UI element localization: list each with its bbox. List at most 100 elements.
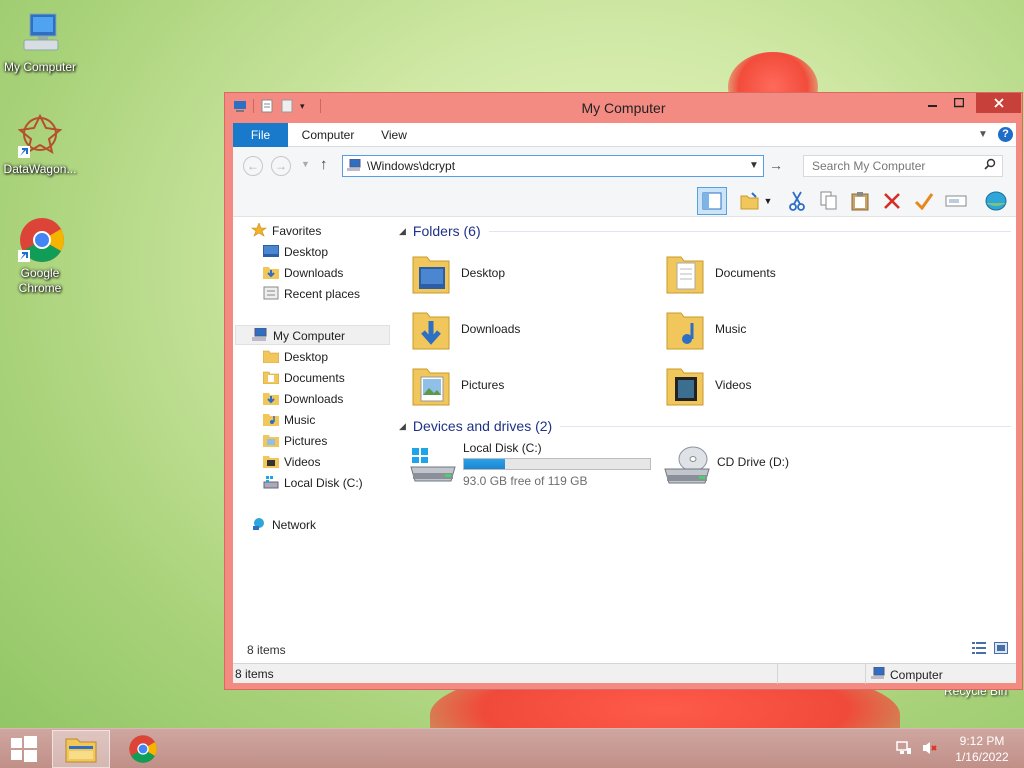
nav-computer-local-disk[interactable]: Local Disk (C:) — [263, 473, 363, 493]
nav-computer-downloads[interactable]: Downloads — [263, 389, 343, 409]
ribbon-tabs: File Computer View ▼ ? — [233, 123, 1016, 147]
drive-free-space: 93.0 GB free of 119 GB — [463, 474, 588, 488]
folders-group-header[interactable]: ◢ Folders (6) — [399, 221, 1011, 241]
tab-file[interactable]: File — [233, 123, 288, 147]
folder-name: Downloads — [461, 322, 521, 336]
cd-drive-icon — [663, 443, 711, 490]
cut-icon[interactable] — [784, 189, 810, 213]
videos-folder-icon — [665, 361, 705, 409]
downloads-folder-icon — [263, 265, 279, 279]
videos-folder-icon — [263, 454, 279, 468]
search-input[interactable]: Search My Computer — [803, 155, 1003, 177]
system-tray — [896, 740, 938, 759]
explorer-client-area: File Computer View ▼ ? ← → ▼ ↑ \Windows\… — [233, 123, 1016, 684]
up-arrow-icon[interactable]: ↑ — [320, 156, 328, 173]
taskbar-clock[interactable]: 9:12 PM 1/16/2022 — [944, 733, 1020, 765]
computer-small-icon — [347, 158, 362, 172]
nav-item-label: Desktop — [284, 350, 329, 364]
checkmark-icon[interactable] — [911, 189, 937, 213]
status-location: Computer — [871, 666, 943, 683]
navigation-bar: ← → ▼ ↑ \Windows\dcrypt ▼ → Search My Co… — [233, 147, 1016, 185]
drive-tile-local-disk[interactable]: Local Disk (C:) 93.0 GB free of 119 GB — [409, 441, 659, 491]
nav-item-label: Pictures — [284, 434, 328, 448]
folder-tile-downloads[interactable]: Downloads — [411, 304, 520, 354]
minimize-button[interactable] — [920, 93, 946, 113]
computer-small-icon — [252, 327, 268, 342]
status-divider — [777, 664, 778, 684]
paste-icon[interactable] — [847, 189, 873, 213]
desktop-icon-google-chrome[interactable]: Google Chrome — [0, 216, 80, 296]
downloads-folder-icon — [411, 305, 451, 353]
nav-item-label: Videos — [284, 455, 321, 469]
organize-dropdown-chevron-icon[interactable]: ▼ — [761, 189, 775, 213]
desktop-icon-my-computer[interactable]: My Computer — [0, 10, 80, 75]
details-view-icon[interactable] — [972, 642, 986, 654]
taskbar-google-chrome[interactable] — [114, 730, 172, 768]
folders-header-label: Folders (6) — [412, 223, 481, 239]
nav-computer-videos[interactable]: Videos — [263, 452, 320, 472]
nav-computer-desktop[interactable]: Desktop — [262, 347, 329, 367]
nav-my-computer-label: My Computer — [273, 329, 346, 343]
collapse-triangle-icon[interactable]: ◢ — [399, 226, 406, 237]
tab-view[interactable]: View — [369, 123, 419, 147]
nav-favorite-downloads[interactable]: Downloads — [263, 263, 343, 283]
nav-favorite-desktop[interactable]: Desktop — [263, 242, 328, 262]
nav-item-label: Local Disk (C:) — [284, 476, 363, 490]
nav-item-label: Downloads — [284, 266, 344, 280]
nav-network[interactable]: Network — [251, 515, 316, 535]
devices-header-label: Devices and drives (2) — [412, 418, 553, 434]
layout-button[interactable] — [697, 187, 727, 215]
address-dropdown-chevron-icon[interactable]: ▼ — [745, 156, 763, 176]
folder-tile-desktop[interactable]: Desktop — [411, 248, 505, 298]
go-arrow-icon[interactable]: → — [769, 157, 783, 173]
recent-locations-chevron-icon[interactable]: ▼ — [301, 159, 310, 169]
clock-date: 1/16/2022 — [955, 750, 1009, 764]
music-folder-icon — [263, 412, 279, 426]
volume-muted-icon[interactable] — [922, 740, 938, 759]
copy-icon[interactable] — [816, 189, 842, 213]
tab-computer[interactable]: Computer — [291, 123, 365, 147]
desktop-icon-label: DataWagon... — [3, 162, 77, 176]
nav-computer-documents[interactable]: Documents — [262, 368, 345, 388]
folder-tile-videos[interactable]: Videos — [665, 360, 751, 410]
title-bar[interactable]: ▾ My Computer — [225, 93, 1022, 123]
documents-folder-icon — [262, 370, 280, 385]
folder-tile-pictures[interactable]: Pictures — [411, 360, 504, 410]
network-icon — [251, 517, 267, 531]
network-globe-icon[interactable] — [983, 189, 1009, 213]
nav-favorite-recent-places[interactable]: Recent places — [263, 284, 360, 304]
large-icons-view-icon[interactable] — [994, 642, 1008, 654]
devices-group-header[interactable]: ◢ Devices and drives (2) — [399, 416, 1011, 436]
desktop-icon-datawagon[interactable]: DataWagon... — [0, 112, 80, 177]
taskbar-file-explorer[interactable] — [52, 730, 110, 768]
folder-tile-documents[interactable]: Documents — [665, 248, 776, 298]
nav-favorites[interactable]: Favorites — [251, 221, 321, 241]
network-status-icon[interactable] — [896, 740, 912, 759]
explorer-window[interactable]: ▾ My Computer File Computer View ▼ ? ← →… — [224, 92, 1023, 690]
folder-tile-music[interactable]: Music — [665, 304, 746, 354]
address-bar[interactable]: \Windows\dcrypt ▼ — [342, 155, 764, 177]
maximize-button[interactable] — [946, 93, 972, 113]
search-icon[interactable] — [984, 158, 996, 173]
back-button[interactable]: ← — [243, 156, 263, 176]
collapse-triangle-icon[interactable]: ◢ — [399, 421, 406, 432]
address-path[interactable]: \Windows\dcrypt — [367, 159, 455, 173]
documents-folder-icon — [665, 249, 705, 297]
start-button[interactable] — [0, 729, 48, 768]
folder-name: Documents — [715, 266, 776, 280]
expand-ribbon-chevron-icon[interactable]: ▼ — [978, 129, 988, 140]
close-button[interactable] — [976, 93, 1021, 113]
nav-computer-pictures[interactable]: Pictures — [263, 431, 327, 451]
drive-tile-cd-drive[interactable]: CD Drive (D:) — [663, 441, 863, 491]
nav-my-computer[interactable]: My Computer — [235, 325, 390, 345]
delete-icon[interactable] — [879, 189, 905, 213]
minimize-icon — [928, 105, 937, 107]
forward-button[interactable]: → — [271, 156, 291, 176]
organize-folder-icon[interactable] — [737, 189, 763, 213]
help-icon[interactable]: ? — [998, 127, 1013, 142]
desktop-icon-label: My Computer — [3, 60, 77, 74]
nav-computer-music[interactable]: Music — [263, 410, 315, 430]
maximize-icon — [954, 98, 964, 108]
rename-icon[interactable] — [943, 189, 969, 213]
nav-item-label: Music — [284, 413, 316, 427]
